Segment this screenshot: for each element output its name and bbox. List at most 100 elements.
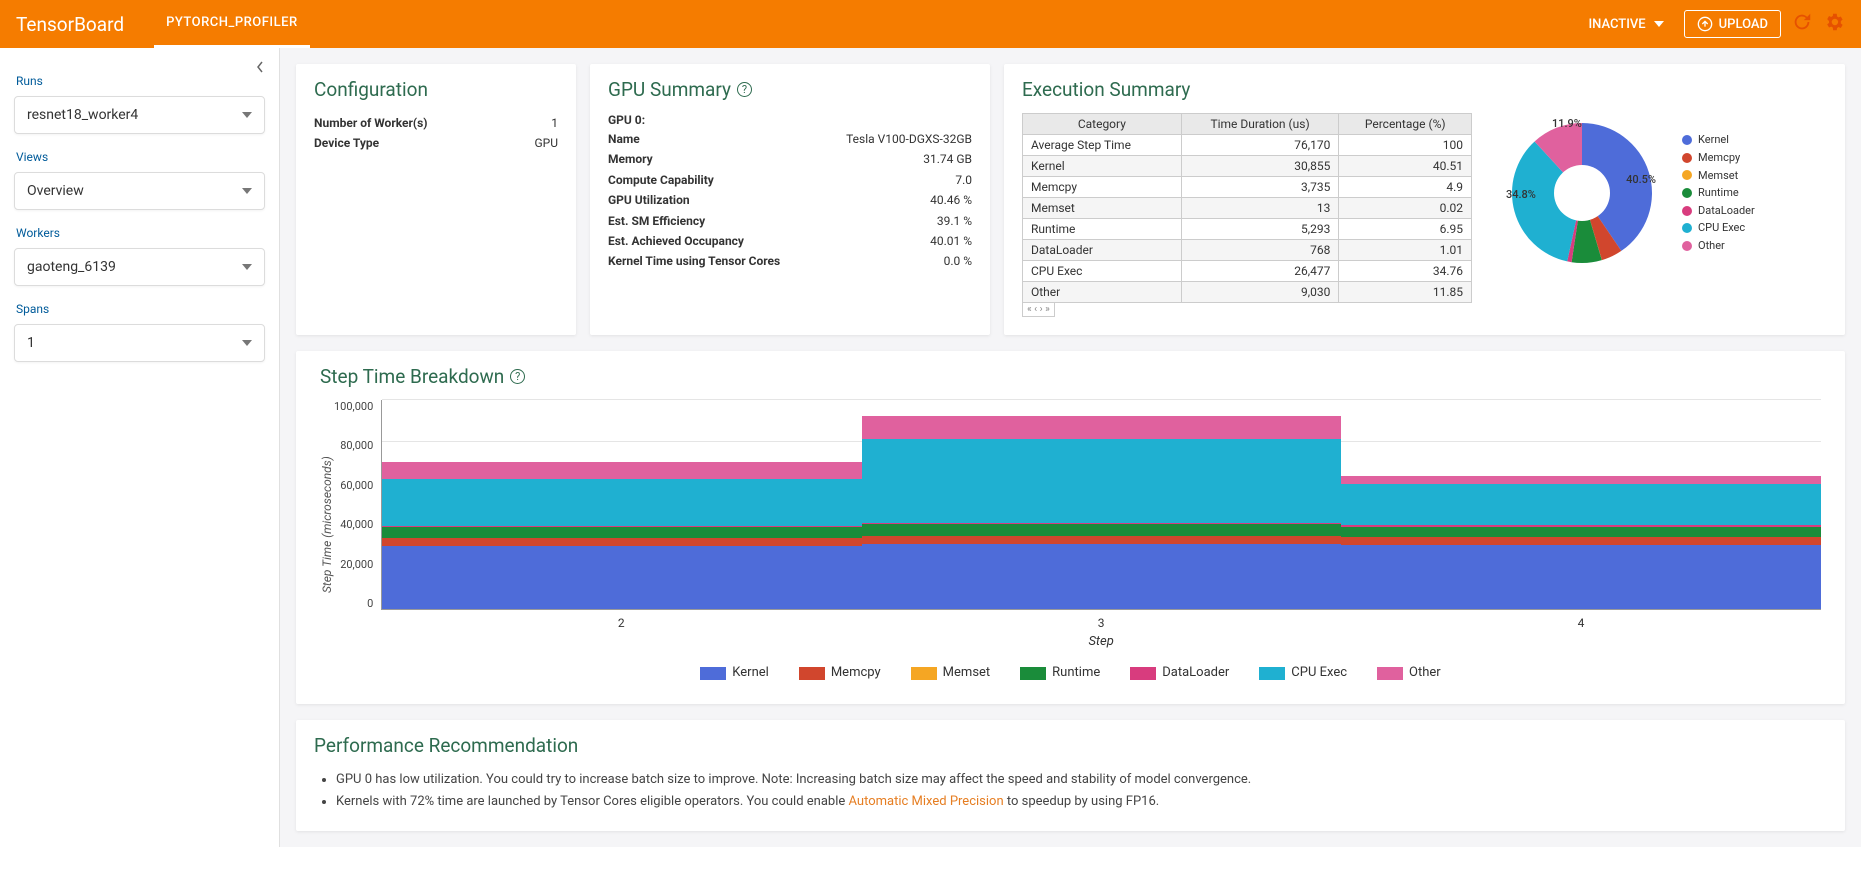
gpu-row: Est. SM Efficiency39.1 % (608, 211, 972, 231)
help-icon[interactable]: ? (737, 82, 752, 97)
runs-select[interactable]: resnet18_worker4 (14, 96, 265, 134)
table-row: CPU Exec26,47734.76 (1023, 261, 1472, 282)
configuration-title: Configuration (314, 78, 558, 101)
execution-summary-title: Execution Summary (1022, 78, 1827, 101)
main-content: Configuration Number of Worker(s)1Device… (280, 48, 1861, 847)
gpu0-heading: GPU 0: (608, 113, 972, 127)
table-paginator[interactable]: « ‹ › » (1022, 303, 1055, 317)
table-header: Percentage (%) (1339, 114, 1472, 135)
runs-label: Runs (16, 74, 265, 88)
upload-icon (1697, 16, 1713, 32)
performance-recommendation-card: Performance Recommendation GPU 0 has low… (296, 720, 1845, 831)
caret-down-icon (242, 188, 252, 194)
execution-donut-chart: 40.5% 34.8% 11.9% (1502, 113, 1662, 273)
views-label: Views (16, 150, 265, 164)
perf-rec-list: GPU 0 has low utilization. You could try… (336, 769, 1827, 813)
x-tick: 2 (381, 610, 861, 630)
legend-item[interactable]: DataLoader (1130, 663, 1229, 684)
gpu-summary-title: GPU Summary ? (608, 78, 972, 101)
perf-rec-link[interactable]: Automatic Mixed Precision (849, 794, 1004, 809)
perf-rec-title: Performance Recommendation (314, 734, 1827, 757)
legend-item[interactable]: Runtime (1682, 184, 1755, 202)
spans-select[interactable]: 1 (14, 324, 265, 362)
views-select[interactable]: Overview (14, 172, 265, 210)
x-tick: 4 (1341, 610, 1821, 630)
donut-label-kernel: 40.5% (1626, 173, 1656, 186)
spans-value: 1 (27, 335, 35, 351)
step-breakdown-title: Step Time Breakdown ? (320, 365, 1821, 388)
y-axis-label: Step Time (microseconds) (320, 400, 334, 649)
execution-summary-card: Execution Summary CategoryTime Duration … (1004, 64, 1845, 335)
inactive-label: INACTIVE (1588, 17, 1645, 32)
legend-item[interactable]: Memcpy (799, 663, 881, 684)
refresh-icon[interactable] (1791, 11, 1813, 37)
x-tick: 3 (861, 610, 1341, 630)
legend-item[interactable]: Kernel (1682, 131, 1755, 149)
table-row: Runtime5,2936.95 (1023, 219, 1472, 240)
legend-item[interactable]: Memcpy (1682, 149, 1755, 167)
gpu-row: GPU Utilization40.46 % (608, 190, 972, 210)
legend-item[interactable]: Memset (1682, 167, 1755, 185)
help-icon[interactable]: ? (510, 369, 525, 384)
legend-item[interactable]: Memset (911, 663, 991, 684)
table-row: Kernel30,85540.51 (1023, 156, 1472, 177)
table-row: Memcpy3,7354.9 (1023, 177, 1472, 198)
caret-down-icon (242, 264, 252, 270)
caret-down-icon (242, 112, 252, 118)
step-time-breakdown-card: Step Time Breakdown ? Step Time (microse… (296, 351, 1845, 704)
gpu-row: Kernel Time using Tensor Cores0.0 % (608, 251, 972, 271)
gpu-summary-card: GPU Summary ? GPU 0: NameTesla V100-DGXS… (590, 64, 990, 335)
step-bar (382, 400, 862, 609)
brand-logo: TensorBoard (16, 13, 124, 36)
gpu-row: NameTesla V100-DGXS-32GB (608, 129, 972, 149)
legend-item[interactable]: Other (1377, 663, 1441, 684)
x-axis-label: Step (381, 634, 1821, 649)
inactive-dropdown[interactable]: INACTIVE (1578, 11, 1673, 38)
donut-legend: KernelMemcpyMemsetRuntimeDataLoaderCPU E… (1682, 131, 1755, 254)
table-row: Other9,03011.85 (1023, 282, 1472, 303)
settings-icon[interactable] (1823, 11, 1845, 37)
configuration-card: Configuration Number of Worker(s)1Device… (296, 64, 576, 335)
step-bar (1341, 400, 1821, 609)
caret-down-icon (242, 340, 252, 346)
gpu-row: Memory31.74 GB (608, 149, 972, 169)
workers-select[interactable]: gaoteng_6139 (14, 248, 265, 286)
caret-down-icon (1654, 21, 1664, 27)
tab-pytorch-profiler[interactable]: PYTORCH_PROFILER (154, 0, 310, 48)
execution-summary-table: CategoryTime Duration (us)Percentage (%)… (1022, 113, 1472, 303)
x-axis-ticks: 234 (381, 610, 1821, 630)
y-axis-ticks: 100,00080,00060,00040,00020,0000 (334, 400, 381, 610)
gpu-row: Compute Capability7.0 (608, 170, 972, 190)
donut-label-cpuexec: 34.8% (1506, 188, 1536, 201)
sidebar: Runs resnet18_worker4 Views Overview Wor… (0, 48, 280, 847)
sidebar-collapse-toggle[interactable] (255, 60, 265, 78)
table-header: Category (1023, 114, 1182, 135)
config-row: Number of Worker(s)1 (314, 113, 558, 133)
table-row: DataLoader7681.01 (1023, 240, 1472, 261)
workers-value: gaoteng_6139 (27, 259, 116, 275)
legend-item[interactable]: Kernel (700, 663, 769, 684)
workers-label: Workers (16, 226, 265, 240)
app-header: TensorBoard PYTORCH_PROFILER INACTIVE UP… (0, 0, 1861, 48)
table-row: Memset130.02 (1023, 198, 1472, 219)
step-chart-legend: Kernel Memcpy Memset Runtime DataLoader CPU E… (320, 663, 1821, 684)
perf-rec-item: Kernels with 72% time are launched by Te… (336, 791, 1827, 813)
config-row: Device TypeGPU (314, 133, 558, 153)
runs-value: resnet18_worker4 (27, 107, 138, 123)
legend-item[interactable]: Runtime (1020, 663, 1100, 684)
upload-label: UPLOAD (1719, 17, 1768, 32)
table-header: Time Duration (us) (1181, 114, 1339, 135)
donut-label-other: 11.9% (1552, 117, 1582, 130)
views-value: Overview (27, 183, 84, 199)
legend-item[interactable]: CPU Exec (1259, 663, 1347, 684)
spans-label: Spans (16, 302, 265, 316)
gpu-row: Est. Achieved Occupancy40.01 % (608, 231, 972, 251)
upload-button[interactable]: UPLOAD (1684, 10, 1781, 38)
legend-item[interactable]: Other (1682, 237, 1755, 255)
step-bar (862, 400, 1342, 609)
table-row: Average Step Time76,170100 (1023, 135, 1472, 156)
legend-item[interactable]: CPU Exec (1682, 219, 1755, 237)
step-chart-plot (381, 400, 1821, 610)
legend-item[interactable]: DataLoader (1682, 202, 1755, 220)
perf-rec-item: GPU 0 has low utilization. You could try… (336, 769, 1827, 791)
